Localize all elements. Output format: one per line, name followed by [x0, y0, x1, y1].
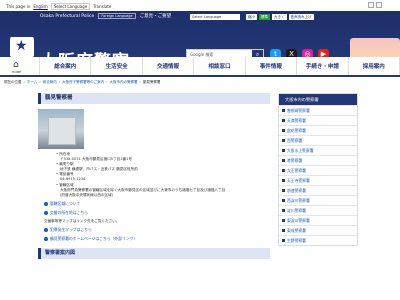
station-homepage-link[interactable]: 鶴見警察署のホームページはこちら（外部リンク）	[44, 236, 270, 242]
nav-item-general[interactable]: 総合案内	[40, 57, 92, 75]
arrow-icon	[44, 227, 48, 232]
breadcrumb-city-stations[interactable]: 大阪市内の警察署	[110, 80, 138, 85]
font-larger-button[interactable]: 大きく	[272, 14, 287, 20]
home-icon: ⌂	[13, 60, 19, 70]
nav-item-incidents[interactable]: 事件情報	[246, 57, 298, 75]
header-strip: Osaka Prefectural Police Foreign Languag…	[40, 11, 171, 21]
station-photo	[38, 109, 84, 149]
nav-item-consult[interactable]: 相談窓口	[194, 57, 246, 75]
settings-icon[interactable]	[368, 2, 374, 8]
org-name-en: Osaka Prefectural Police	[40, 13, 95, 19]
sidebar-item-sonezaki[interactable]: 曽根崎警察署	[279, 105, 357, 115]
crime-map-link-text[interactable]: 犯罪発生マップはこちら	[50, 227, 92, 233]
nav-item-traffic[interactable]: 交通情報	[143, 57, 195, 75]
sidebar-item-nishi[interactable]: 西警察署	[279, 135, 357, 145]
sidebar-item-higashinari[interactable]: 東成警察署	[279, 225, 357, 235]
font-smaller-button[interactable]: 縮小	[246, 14, 257, 20]
translate-label: Translate	[93, 4, 112, 9]
foreign-language-button[interactable]: Foreign Language	[98, 13, 136, 19]
nav-item-procedures[interactable]: 手続き・申請	[297, 57, 349, 75]
sidebar-item-ikuno[interactable]: 生野警察署	[279, 235, 357, 245]
window-controls	[368, 2, 382, 8]
arrow-icon	[44, 236, 48, 241]
sidebar-item-minato[interactable]: 港警察署	[279, 155, 357, 165]
sidebar-item-tenma[interactable]: 天満警察署	[279, 115, 357, 125]
language-select[interactable]: Select Language	[50, 3, 91, 10]
sidebar-item-konohana[interactable]: 此花警察署	[279, 125, 357, 135]
jurisdiction-link-text[interactable]: 管轄区域について	[50, 201, 80, 207]
breadcrumb-general[interactable]: 総合案内	[43, 80, 57, 85]
sidebar-stations: 大阪市内の警察署 曽根崎警察署 天満警察署 此花警察署 西警察署 大阪水上警察署…	[278, 93, 358, 246]
home-label: HOME	[12, 70, 22, 74]
feedback-link[interactable]: ご意見・ご要望	[140, 13, 172, 19]
breadcrumb-separator: ›	[106, 80, 108, 84]
font-standard-button[interactable]: 標準	[259, 14, 270, 20]
arrow-icon	[44, 201, 48, 206]
main-content: 鶴見警察署 所在地 〒538-0051 大阪市鶴見区諸口5丁目1番1号 最寄り駅…	[38, 93, 270, 259]
breadcrumb-home[interactable]: ホーム	[27, 80, 37, 85]
sidebar-item-yodogawa[interactable]: 淀川警察署	[279, 205, 357, 215]
nav-item-recruit[interactable]: 採用案内	[349, 57, 400, 75]
map-note: 交番事故等マップはリンク先をご覧ください。	[44, 218, 120, 223]
language-label: This page in	[6, 4, 31, 9]
koban-link[interactable]: 交番の所在地はこちら	[44, 210, 270, 216]
close-icon[interactable]	[376, 2, 382, 8]
koban-link-text[interactable]: 交番の所在地はこちら	[50, 210, 88, 216]
english-link[interactable]: English	[33, 4, 47, 9]
sidebar-item-tennoji[interactable]: 天王寺警察署	[279, 175, 357, 185]
breadcrumb-separator: ›	[39, 80, 41, 84]
section-heading-map: 警察署案内図	[38, 247, 270, 259]
sidebar-item-higashiyodogawa[interactable]: 東淀川警察署	[279, 215, 357, 225]
language-notice: This page in English Select Language Tra…	[6, 3, 111, 10]
breadcrumb-stations[interactable]: 大阪府下警察署等のご案内	[62, 80, 104, 85]
font-size-buttons: 縮小 標準 大きく 音声読み上げ	[246, 14, 314, 20]
nav-home[interactable]: ⌂ HOME	[0, 57, 40, 75]
breadcrumb-separator: ›	[58, 80, 61, 84]
arrow-icon	[44, 210, 48, 215]
sidebar-item-nishiyodogawa[interactable]: 西淀川警察署	[279, 195, 357, 205]
jurisdiction-link[interactable]: 管轄区域について	[44, 201, 270, 207]
sidebar-heading: 大阪市内の警察署	[279, 94, 357, 105]
breadcrumb-label: 現在の位置	[4, 80, 22, 84]
sidebar-item-naniwa[interactable]: 浪速警察署	[279, 185, 357, 195]
breadcrumb-separator: ›	[139, 80, 141, 84]
page-title: 鶴見警察署	[38, 93, 270, 104]
sidebar-item-suijo[interactable]: 大阪水上警察署	[279, 145, 357, 155]
crime-map-link[interactable]: 犯罪発生マップはこちら	[44, 227, 270, 233]
police-emblem-logo[interactable]	[10, 37, 34, 57]
station-homepage-link-text[interactable]: 鶴見警察署のホームページはこちら（外部リンク）	[50, 236, 137, 242]
station-info: 所在地 〒538-0051 大阪市鶴見区諸口5丁目1番1号 最寄り駅 地下鉄 横…	[56, 152, 270, 198]
global-nav: ⌂ HOME 総合案内 生活安全 交通情報 相談窓口 事件情報 手続き・申請 採…	[0, 57, 400, 77]
nav-item-safety[interactable]: 生活安全	[91, 57, 143, 75]
breadcrumb-current: 鶴見警察署	[142, 80, 161, 84]
select-language-dropdown[interactable]: Select Language	[190, 14, 240, 20]
top-language-bar: This page in English Select Language Tra…	[0, 0, 400, 11]
jurisdiction-value-note: (府道大阪中央環状線以西の区域)	[60, 192, 114, 197]
sidebar-item-taisho[interactable]: 大正警察署	[279, 165, 357, 175]
breadcrumb-separator: ›	[23, 80, 25, 84]
site-header: Osaka Prefectural Police Foreign Languag…	[0, 11, 400, 72]
voice-reading-link[interactable]: 音声読み上げ	[288, 14, 314, 20]
breadcrumb: 現在の位置 › ホーム › 総合案内 › 大阪府下警察署等のご案内 › 大阪市内…	[4, 80, 160, 85]
